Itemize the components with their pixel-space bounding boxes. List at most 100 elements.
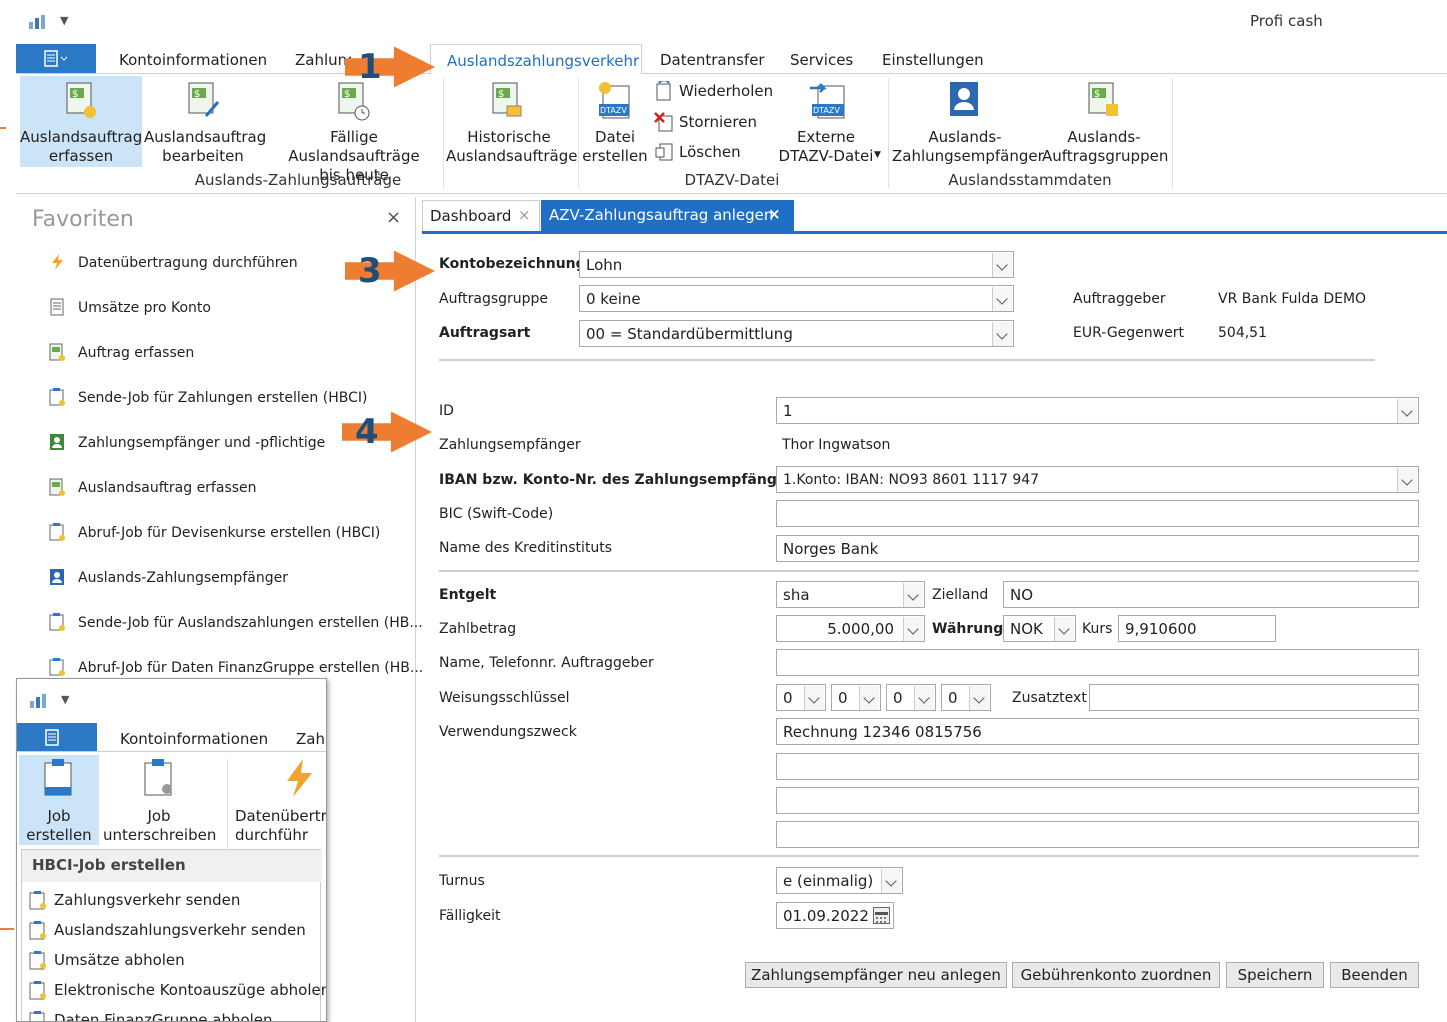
inset-job-erstellen-button[interactable]: Job erstellen bbox=[19, 755, 99, 845]
zielland-value: NO bbox=[1010, 586, 1034, 604]
inset-job-unterschreiben-button[interactable]: Job unterschreiben bbox=[103, 755, 217, 845]
inset-menu-item[interactable]: Zahlungsverkehr senden bbox=[26, 886, 316, 914]
tab-azv-label: AZV-Zahlungsauftrag anlegen bbox=[549, 206, 774, 224]
turnus-value: e (einmalig) bbox=[783, 872, 874, 890]
entgelt-dropdown-icon[interactable] bbox=[903, 583, 923, 607]
art-select[interactable]: 00 = Standardübermittlung bbox=[579, 320, 1014, 347]
inset-dropdown-icon[interactable]: ▼ bbox=[61, 693, 69, 706]
tab-dashboard-close-icon[interactable]: × bbox=[518, 206, 531, 224]
ribbon-datei-erstellen-button[interactable]: DTAZV Datei erstellen bbox=[582, 76, 648, 167]
ribbon-gruppen-button[interactable]: $ Auslands- Auftragsgruppen bbox=[1042, 76, 1168, 167]
zielland-input[interactable]: NO bbox=[1003, 581, 1419, 608]
zweck-input-2[interactable] bbox=[776, 753, 1419, 780]
zweck-input-4[interactable] bbox=[776, 821, 1419, 848]
ribbon-faellige-button[interactable]: $ Fällige Auslandsaufträge bis heute bbox=[266, 76, 442, 184]
tab-azv-close-icon[interactable]: × bbox=[768, 205, 781, 223]
gruppe-select[interactable]: 0 keine bbox=[579, 285, 1014, 312]
tab-dashboard[interactable]: Dashboard × bbox=[422, 200, 540, 231]
inset-menu-item[interactable]: Daten FinanzGruppe abholen bbox=[26, 1006, 316, 1021]
tab-azv-anlegen[interactable]: AZV-Zahlungsauftrag anlegen × bbox=[541, 200, 794, 232]
id-select[interactable]: 1 bbox=[776, 397, 1419, 424]
waehrung-select[interactable]: NOK bbox=[1003, 615, 1076, 642]
zusatz-input[interactable] bbox=[1089, 684, 1419, 711]
gruppe-dropdown-icon[interactable] bbox=[992, 287, 1012, 311]
chart-quick-access-icon[interactable] bbox=[28, 14, 46, 30]
inset-menu-header: HBCI-Job erstellen bbox=[22, 850, 322, 882]
externe-dropdown-icon[interactable]: ▼ bbox=[874, 150, 881, 160]
weisung-select-3[interactable]: 0 bbox=[886, 684, 936, 711]
faell-input[interactable]: 01.09.2022 bbox=[776, 902, 894, 929]
fav-item[interactable]: Auslandsauftrag erfassen bbox=[48, 477, 257, 499]
inset-tab-zahlung[interactable]: Zahl bbox=[296, 730, 326, 748]
fav-item[interactable]: Auslands-Zahlungsempfänger bbox=[48, 567, 288, 589]
fav-item[interactable]: Abruf-Job für Devisenkurse erstellen (HB… bbox=[48, 522, 380, 544]
zweck-input-1[interactable]: Rechnung 12346 0815756 bbox=[776, 718, 1419, 745]
fav-item[interactable]: Sende-Job für Zahlungen erstellen (HBCI) bbox=[48, 387, 367, 409]
fav-item[interactable]: Abruf-Job für Daten FinanzGruppe erstell… bbox=[48, 657, 423, 679]
weisung-select-1[interactable]: 0 bbox=[776, 684, 826, 711]
waehrung-dropdown-icon[interactable] bbox=[1054, 617, 1074, 641]
beenden-button[interactable]: Beenden bbox=[1330, 962, 1419, 988]
ribbon-externe-button[interactable]: DTAZV Externe DTAZV-Datei ▼ bbox=[774, 76, 884, 167]
file-menu-button[interactable] bbox=[16, 44, 96, 73]
ribbon-wiederholen-button[interactable]: Wiederholen bbox=[652, 80, 780, 104]
tab-einstellungen[interactable]: Einstellungen bbox=[882, 51, 984, 69]
turnus-select[interactable]: e (einmalig) bbox=[776, 867, 903, 894]
weisung-dropdown-icon[interactable] bbox=[969, 686, 989, 710]
tab-kontoinformationen[interactable]: Kontoinformationen bbox=[119, 51, 267, 69]
betrag-input[interactable]: 5.000,00 bbox=[776, 615, 925, 642]
tab-services[interactable]: Services bbox=[790, 51, 853, 69]
iban-select[interactable]: 1.Konto: IBAN: NO93 8601 1117 947 bbox=[776, 466, 1419, 493]
art-dropdown-icon[interactable] bbox=[992, 322, 1012, 346]
konto-select[interactable]: Lohn bbox=[579, 251, 1014, 278]
speichern-button[interactable]: Speichern bbox=[1226, 962, 1324, 988]
fav-item[interactable]: Umsätze pro Konto bbox=[48, 297, 211, 319]
inset-tab-kontoinformationen[interactable]: Kontoinformationen bbox=[120, 730, 268, 748]
tel-input[interactable] bbox=[776, 649, 1419, 676]
calendar-icon[interactable] bbox=[873, 907, 890, 924]
entgelt-select[interactable]: sha bbox=[776, 581, 925, 608]
bic-input[interactable] bbox=[776, 500, 1419, 527]
bank-input[interactable]: Norges Bank bbox=[776, 535, 1419, 562]
konto-dropdown-icon[interactable] bbox=[992, 253, 1012, 277]
weisung-dropdown-icon[interactable] bbox=[804, 686, 824, 710]
ribbon-empfaenger-button[interactable]: Auslands- Zahlungsempfänger bbox=[892, 76, 1044, 167]
weisung-select-4[interactable]: 0 bbox=[941, 684, 991, 711]
id-dropdown-icon[interactable] bbox=[1397, 399, 1417, 423]
fav-item[interactable]: Datenübertragung durchführen bbox=[48, 252, 298, 274]
inset-menu-item-label: Elektronische Kontoauszüge abholen bbox=[54, 981, 327, 999]
inset-menu-item[interactable]: Auslandszahlungsverkehr senden bbox=[26, 916, 316, 944]
tab-datentransfer[interactable]: Datentransfer bbox=[660, 51, 765, 69]
ribbon-bearbeiten-button[interactable]: $ Auslandsauftrag bearbeiten bbox=[144, 76, 266, 167]
weisung-dropdown-icon[interactable] bbox=[859, 686, 879, 710]
iban-dropdown-icon[interactable] bbox=[1397, 468, 1417, 492]
inset-menu-item[interactable]: Umsätze abholen bbox=[26, 946, 316, 974]
ribbon-loeschen-button[interactable]: Löschen bbox=[652, 141, 780, 165]
zweck-input-3[interactable] bbox=[776, 787, 1419, 814]
tab-zahlung[interactable]: Zahlung bbox=[295, 51, 351, 69]
weisung-dropdown-icon[interactable] bbox=[914, 686, 934, 710]
inset-menu-item[interactable]: Elektronische Kontoauszüge abholen bbox=[26, 976, 326, 1004]
neu-anlegen-button[interactable]: Zahlungsempfänger neu anlegen bbox=[745, 962, 1007, 988]
betrag-dropdown-icon[interactable] bbox=[903, 617, 923, 641]
inset-job-unterschreiben-label: Job unterschreiben bbox=[103, 807, 217, 844]
ribbon-historische-button[interactable]: $ Historische Auslandsaufträge bbox=[446, 76, 578, 167]
weisung-select-2[interactable]: 0 bbox=[831, 684, 881, 711]
bank-value: Norges Bank bbox=[783, 540, 879, 558]
turnus-dropdown-icon[interactable] bbox=[881, 869, 901, 893]
tab-auslandszahlungsverkehr[interactable]: Auslandszahlungsverkehr bbox=[430, 44, 642, 75]
gebuehrenkonto-button[interactable]: Gebührenkonto zuordnen bbox=[1012, 962, 1220, 988]
inset-chart-icon[interactable] bbox=[29, 693, 47, 709]
favorites-close-icon[interactable]: × bbox=[386, 207, 401, 228]
fav-item[interactable]: Auftrag erfassen bbox=[48, 342, 194, 364]
quick-access-dropdown-icon[interactable]: ▼ bbox=[60, 14, 68, 27]
money-doc-history-icon: $ bbox=[492, 82, 522, 117]
fav-item[interactable]: Zahlungsempfänger und -pflichtige bbox=[48, 432, 325, 454]
inset-file-menu[interactable] bbox=[17, 723, 97, 751]
ribbon-erfassen-button[interactable]: $ Auslandsauftrag erfassen bbox=[20, 76, 142, 167]
inset-datenuebertragung-button[interactable]: Datenübertra durchführ bbox=[231, 755, 326, 845]
kurs-input[interactable]: 9,910600 bbox=[1118, 615, 1276, 642]
fav-item[interactable]: Sende-Job für Auslandszahlungen erstelle… bbox=[48, 612, 423, 634]
ribbon-stornieren-button[interactable]: Stornieren bbox=[652, 111, 780, 135]
divider bbox=[439, 855, 1419, 857]
